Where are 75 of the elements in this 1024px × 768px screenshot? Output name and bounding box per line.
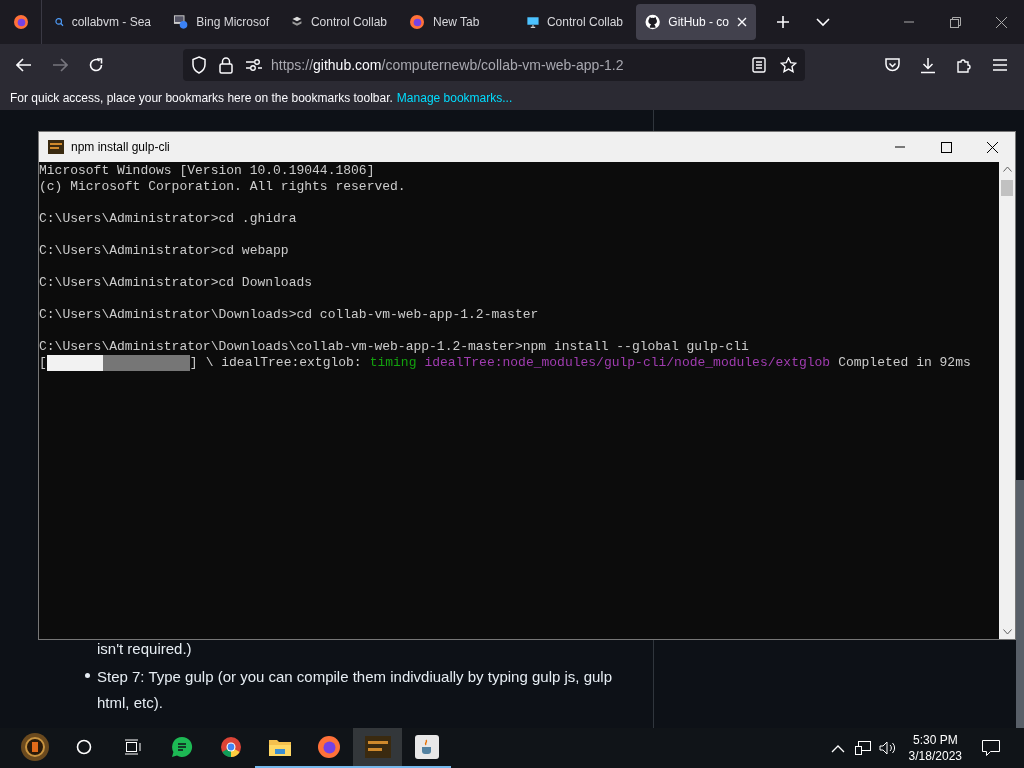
terminal-text: C:\Users\Administrator\Downloads\collab-vm-web-app-1.2-master>npm install --global gulp-cli <box>39 339 749 355</box>
manage-bookmarks-link[interactable]: Manage bookmarks... <box>396 89 513 107</box>
round-logo-icon <box>219 736 242 758</box>
page-scrollbar[interactable] <box>1016 480 1024 728</box>
shield-icon <box>191 56 207 74</box>
reload-icon <box>88 57 104 73</box>
scroll-thumb[interactable] <box>1001 180 1013 196</box>
terminal-text: idealTree:node_modules/gulp-cli/node_modules/extglob <box>424 355 831 371</box>
clock-date[interactable]: 3/18/2023 <box>908 748 962 764</box>
address-bar[interactable]: https://github.com/computernewb/collab-vm-web-app-1.2 <box>183 49 805 81</box>
terminal-text: ] <box>189 355 198 371</box>
browser-tab[interactable]: Control Collab <box>518 4 632 40</box>
chat-bubble-icon <box>170 736 193 758</box>
cup-app-icon <box>414 735 439 759</box>
terminal-scrollbar[interactable] <box>999 162 1015 639</box>
restore-icon <box>949 16 961 28</box>
terminal-app-icon <box>48 140 64 154</box>
folder-icon <box>267 737 292 757</box>
browser-logo-icon <box>409 14 425 30</box>
minimize-icon <box>904 21 914 23</box>
terminal-text: Completed in 92ms <box>838 355 971 371</box>
round-emblem-icon <box>19 732 50 762</box>
taskbar-button[interactable] <box>353 728 402 768</box>
browser-tab[interactable]: New Tab <box>400 4 514 40</box>
network-icon[interactable] <box>854 741 871 755</box>
step-text: isn't required.) <box>97 639 192 659</box>
url-text: https://github.com/computernewb/collab-vm-web-app-1.2 <box>271 55 624 75</box>
task-view-icon <box>123 739 142 755</box>
terminal-text: [ <box>39 355 47 371</box>
scroll-up-icon[interactable] <box>1002 166 1012 172</box>
terminal-text: \ idealTree:extglob: <box>205 355 362 371</box>
terminal-app-icon <box>364 736 391 758</box>
bookmarks-hint: For quick access, place your bookmarks here on the bookmarks toolbar. <box>10 90 393 107</box>
close-tab-icon[interactable] <box>737 17 747 27</box>
terminal-text: C:\Users\Administrator\Downloads>cd collab-vm-web-app-1.2-master <box>39 307 539 323</box>
browser-menu-logo-icon[interactable] <box>12 14 29 30</box>
terminal-title: npm install gulp-cli <box>71 139 170 156</box>
close-icon <box>986 141 998 153</box>
lock-icon <box>219 56 233 74</box>
notification-icon[interactable] <box>982 740 1000 756</box>
chevron-up-icon[interactable] <box>830 743 845 753</box>
reader-view-icon[interactable] <box>752 57 766 73</box>
back-arrow-icon <box>16 58 32 72</box>
extensions-icon[interactable] <box>956 56 972 74</box>
maximize-icon <box>940 141 952 153</box>
close-icon <box>995 16 1007 28</box>
minimize-icon <box>895 146 905 148</box>
browser-tab[interactable]: Bing Microsof <box>164 4 278 40</box>
terminal-text: Microsoft Windows [Version 10.0.19044.1806] <box>39 163 375 179</box>
browser-tab[interactable]: GitHub - co <box>636 4 756 40</box>
terminal-text: timing <box>369 355 417 371</box>
monitor-icon <box>527 14 539 30</box>
step-text: Step 7: Type gulp (or you can compile them indivdiually by typing gulp js, gulp html, etc). <box>97 667 614 713</box>
browser-tab[interactable]: Control Collab <box>282 4 396 40</box>
terminal-text: (c) Microsoft Corporation. All rights reserved. <box>39 179 406 195</box>
download-icon[interactable] <box>920 56 936 74</box>
search-icon <box>55 15 64 29</box>
forward-arrow-icon <box>52 58 68 72</box>
volume-icon[interactable] <box>878 741 897 755</box>
browser-tab[interactable]: collabvm - Sea <box>46 4 160 40</box>
permissions-icon[interactable] <box>245 58 263 72</box>
cat-logo-icon <box>645 14 661 30</box>
bookmark-star-icon[interactable] <box>780 57 797 73</box>
clock-time[interactable]: 5:30 PM <box>912 732 958 748</box>
chevron-down-icon <box>816 17 830 27</box>
terminal-text: C:\Users\Administrator>cd Downloads <box>39 275 313 291</box>
menu-icon[interactable] <box>992 58 1008 72</box>
search-circle-icon <box>75 739 92 755</box>
terminal-text: C:\Users\Administrator>cd .ghidra <box>39 211 297 227</box>
pocket-icon[interactable] <box>884 57 901 73</box>
terminal-text: C:\Users\Administrator>cd webapp <box>39 243 289 259</box>
scroll-down-icon[interactable] <box>1002 629 1012 635</box>
plus-icon <box>776 15 790 29</box>
window-logo-icon <box>173 14 189 30</box>
browser-logo-icon <box>316 735 341 759</box>
